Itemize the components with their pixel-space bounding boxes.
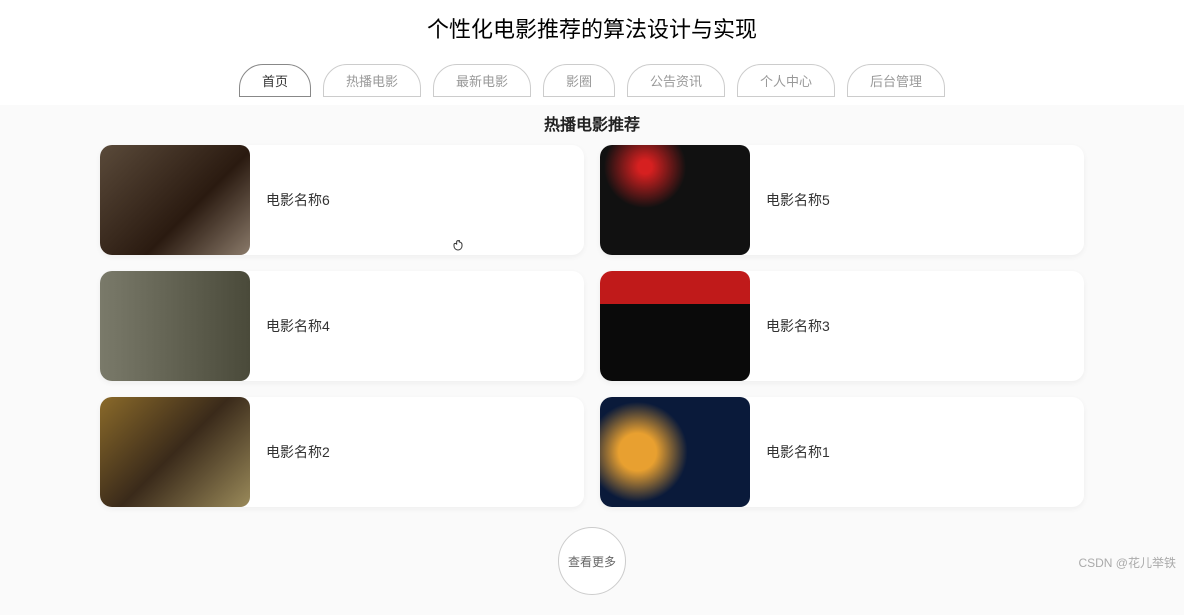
movie-card-2[interactable]: 电影名称4 [100, 271, 584, 381]
movie-title: 电影名称1 [750, 442, 1084, 462]
movie-grid: 电影名称6 电影名称5 电影名称4 电影名称3 电影名称2 电影名称1 [0, 145, 1184, 507]
movie-card-1[interactable]: 电影名称5 [600, 145, 1084, 255]
view-more-button[interactable]: 查看更多 [558, 527, 626, 595]
nav-item-5[interactable]: 个人中心 [737, 64, 835, 97]
nav-item-4[interactable]: 公告资讯 [627, 64, 725, 97]
nav-item-1[interactable]: 热播电影 [323, 64, 421, 97]
movie-title: 电影名称5 [750, 190, 1084, 210]
movie-title: 电影名称6 [250, 190, 584, 210]
movie-poster [600, 397, 750, 507]
nav-item-0[interactable]: 首页 [239, 64, 311, 97]
section-title: 热播电影推荐 [0, 105, 1184, 145]
movie-poster [600, 145, 750, 255]
movie-poster [100, 397, 250, 507]
movie-title: 电影名称2 [250, 442, 584, 462]
movie-poster [600, 271, 750, 381]
nav-bar: 首页热播电影最新电影影圈公告资讯个人中心后台管理 [0, 56, 1184, 105]
movie-poster [100, 145, 250, 255]
watermark: CSDN @花儿举铁 [1078, 554, 1176, 571]
nav-item-2[interactable]: 最新电影 [433, 64, 531, 97]
movie-card-0[interactable]: 电影名称6 [100, 145, 584, 255]
page-title: 个性化电影推荐的算法设计与实现 [0, 0, 1184, 56]
nav-item-6[interactable]: 后台管理 [847, 64, 945, 97]
movie-title: 电影名称4 [250, 316, 584, 336]
movie-card-5[interactable]: 电影名称1 [600, 397, 1084, 507]
movie-poster [100, 271, 250, 381]
nav-item-3[interactable]: 影圈 [543, 64, 615, 97]
movie-card-4[interactable]: 电影名称2 [100, 397, 584, 507]
movie-card-3[interactable]: 电影名称3 [600, 271, 1084, 381]
movie-title: 电影名称3 [750, 316, 1084, 336]
